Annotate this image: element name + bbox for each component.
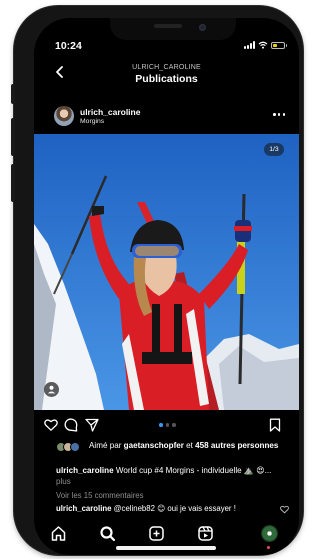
carousel-dot: [159, 423, 163, 427]
header-username: ULRICH_CAROLINE: [132, 64, 201, 71]
carousel-indicator: [159, 423, 176, 427]
liked-by-avatars[interactable]: [56, 442, 88, 452]
paper-plane-icon[interactable]: [85, 418, 99, 432]
phone-screen: 10:24 ULRICH_CAROLINE Publications ulric…: [34, 18, 299, 555]
volume-up-button: [11, 118, 15, 156]
comment-like-heart-icon[interactable]: [280, 505, 289, 514]
post-author-name[interactable]: ulrich_caroline: [80, 107, 140, 117]
carousel-dot: [165, 423, 169, 427]
post-location[interactable]: Morgins: [80, 118, 104, 125]
comment-text: @celineb82 😊 oui je vais essayer !: [111, 504, 236, 513]
likes-prefix: Aimé par: [89, 441, 124, 450]
view-comments-link[interactable]: Voir les 15 commentaires: [56, 491, 144, 500]
search-icon[interactable]: [99, 525, 116, 542]
notch: [110, 18, 236, 40]
home-indicator[interactable]: [116, 546, 216, 550]
page-title: Publications: [135, 73, 198, 85]
status-icons: [244, 41, 287, 49]
home-icon[interactable]: [50, 525, 67, 542]
front-camera: [199, 24, 206, 31]
caption-more-link[interactable]: plus: [56, 477, 71, 486]
carousel-dot: [172, 423, 176, 427]
likes-others[interactable]: 458 autres personnes: [195, 441, 278, 450]
profile-avatar[interactable]: [261, 525, 278, 542]
reels-icon[interactable]: [197, 525, 214, 542]
post-caption: ulrich_caroline World cup #4 Morgins - i…: [56, 466, 288, 487]
heart-icon[interactable]: [44, 418, 58, 432]
media-counter: 1/3: [264, 143, 284, 156]
likes-summary[interactable]: Aimé par gaetanschopfer et 458 autres pe…: [89, 441, 289, 452]
status-time: 10:24: [55, 40, 82, 52]
caption-author[interactable]: ulrich_caroline: [56, 466, 114, 475]
caption-text: World cup #4 Morgins - individuelle ⛰️ 😍…: [113, 466, 272, 475]
wifi-icon: [258, 41, 268, 49]
likes-joiner: et: [183, 441, 196, 450]
likes-first-user[interactable]: gaetanschopfer: [124, 441, 184, 450]
author-avatar[interactable]: [54, 106, 74, 126]
plus-square-icon[interactable]: [148, 525, 165, 542]
speaker-grille: [154, 24, 182, 28]
comment-author[interactable]: ulrich_caroline: [56, 504, 111, 513]
battery-icon: [271, 41, 287, 49]
user-tag-icon[interactable]: [44, 382, 59, 397]
cellular-signal-icon: [244, 41, 255, 49]
volume-down-button: [11, 164, 15, 202]
comment-preview: ulrich_caroline @celineb82 😊 oui je vais…: [56, 504, 274, 513]
silent-switch: [11, 84, 15, 104]
bookmark-icon[interactable]: [268, 418, 282, 432]
notification-dot: [267, 546, 270, 549]
post-photo[interactable]: [34, 134, 299, 410]
ellipsis-icon[interactable]: [273, 113, 285, 117]
comment-bubble-icon[interactable]: [64, 418, 78, 432]
